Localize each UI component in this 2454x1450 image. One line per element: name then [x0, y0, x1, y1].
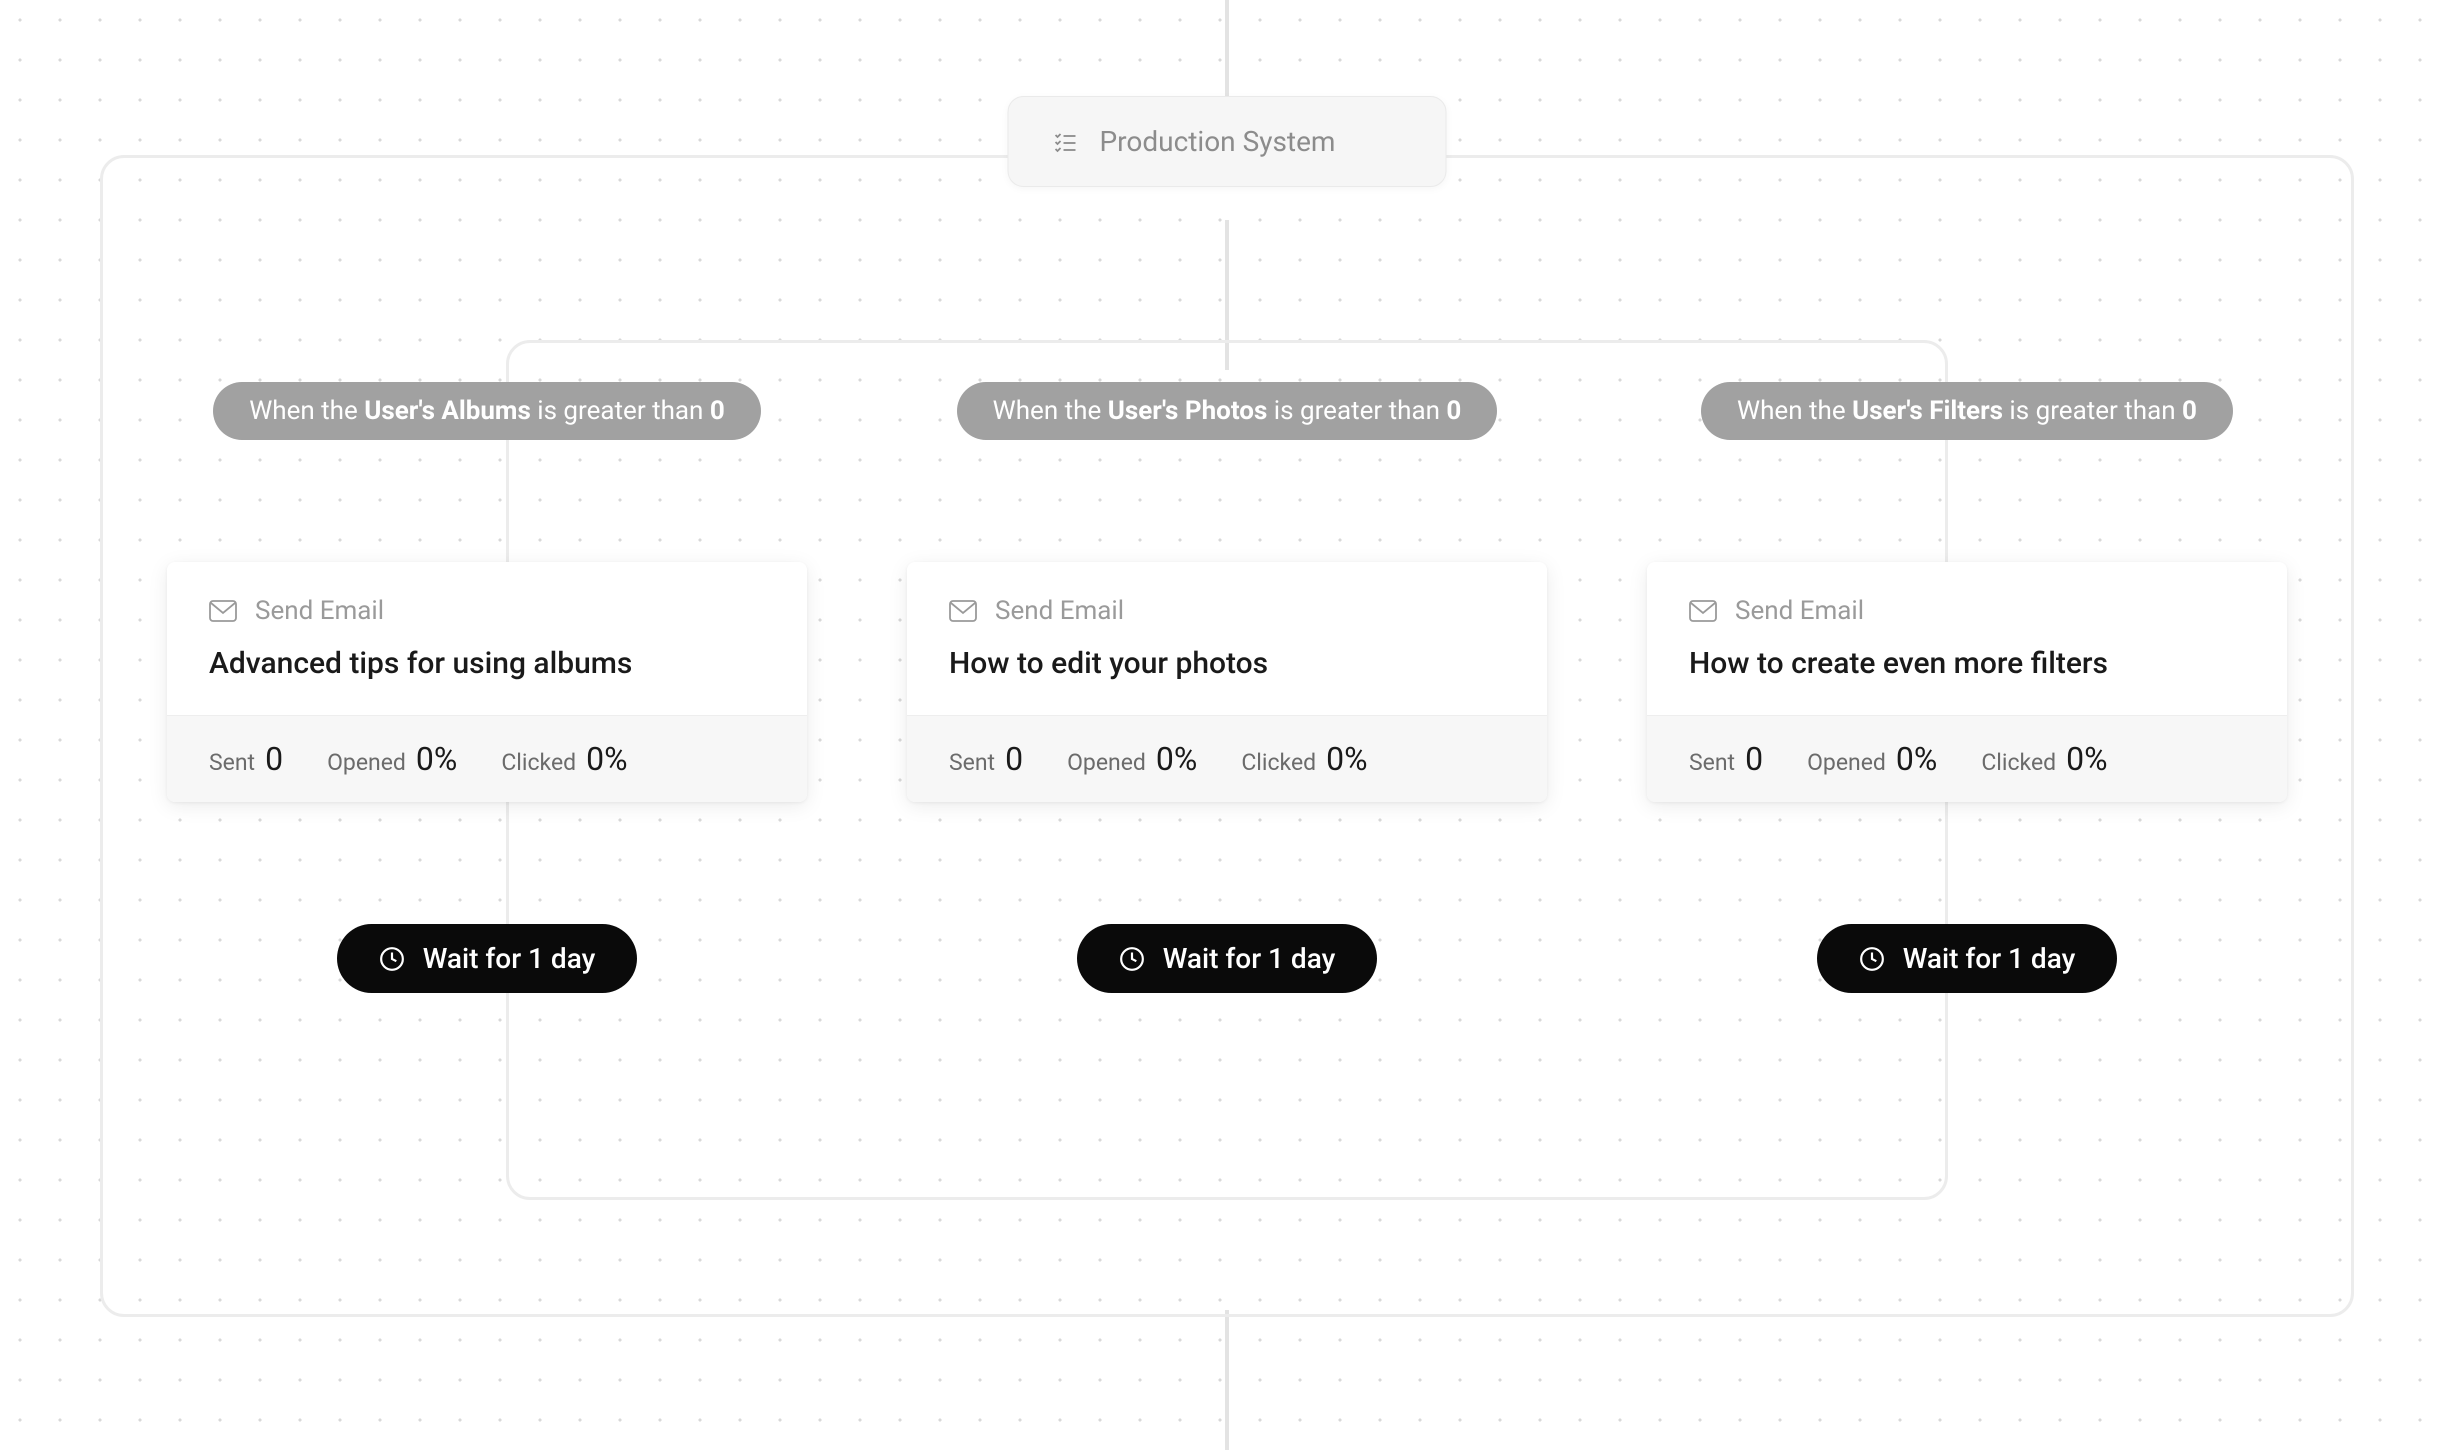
card-action: Send Email [255, 596, 384, 626]
condition-pill[interactable]: When the User's Filters is greater than … [1701, 382, 2233, 440]
stat-sent: Sent 0 [1689, 740, 1763, 778]
card-stats: Sent 0 Opened 0% Clicked 0% [167, 715, 807, 802]
envelope-icon [209, 600, 237, 622]
condition-value: 0 [1446, 396, 1461, 426]
condition-value: 0 [710, 396, 725, 426]
stat-label: Opened [1067, 749, 1146, 776]
stat-clicked: Clicked 0% [1241, 740, 1367, 778]
card-action: Send Email [995, 596, 1124, 626]
condition-property: User's Albums [364, 396, 531, 426]
stat-label: Opened [327, 749, 406, 776]
stat-label: Sent [949, 749, 995, 776]
stat-sent: Sent 0 [949, 740, 1023, 778]
connector-line-bottom [1225, 1310, 1229, 1450]
condition-operator: is greater than [1267, 396, 1446, 426]
envelope-icon [1689, 600, 1717, 622]
email-card[interactable]: Send Email Advanced tips for using album… [167, 562, 807, 802]
wait-pill[interactable]: Wait for 1 day [337, 924, 638, 993]
condition-operator: is greater than [2003, 396, 2182, 426]
stat-value: 0% [2066, 740, 2107, 778]
wait-label: Wait for 1 day [1903, 942, 2076, 975]
condition-pill[interactable]: When the User's Photos is greater than 0 [957, 382, 1498, 440]
condition-property: User's Filters [1852, 396, 2003, 426]
condition-prefix: When the [249, 396, 364, 426]
stat-opened: Opened 0% [1807, 740, 1937, 778]
stat-label: Clicked [1241, 749, 1316, 776]
condition-value: 0 [2182, 396, 2197, 426]
condition-prefix: When the [993, 396, 1108, 426]
stat-label: Sent [209, 749, 255, 776]
wait-label: Wait for 1 day [1163, 942, 1336, 975]
stat-label: Opened [1807, 749, 1886, 776]
wait-label: Wait for 1 day [423, 942, 596, 975]
card-header: Send Email [1647, 562, 2287, 626]
branch: When the User's Photos is greater than 0… [907, 382, 1547, 993]
branches-row: When the User's Albums is greater than 0… [0, 382, 2454, 993]
wait-pill[interactable]: Wait for 1 day [1817, 924, 2118, 993]
condition-property: User's Photos [1108, 396, 1268, 426]
stat-clicked: Clicked 0% [501, 740, 627, 778]
card-action: Send Email [1735, 596, 1864, 626]
condition-operator: is greater than [531, 396, 710, 426]
clock-icon [1859, 946, 1885, 972]
stat-value: 0% [416, 740, 457, 778]
card-title: How to edit your photos [907, 626, 1547, 715]
stat-value: 0 [1005, 740, 1023, 778]
stat-opened: Opened 0% [1067, 740, 1197, 778]
system-node[interactable]: Production System [1008, 96, 1447, 187]
stat-sent: Sent 0 [209, 740, 283, 778]
stat-value: 0% [586, 740, 627, 778]
clock-icon [1119, 946, 1145, 972]
condition-pill[interactable]: When the User's Albums is greater than 0 [213, 382, 761, 440]
stat-value: 0% [1156, 740, 1197, 778]
wait-pill[interactable]: Wait for 1 day [1077, 924, 1378, 993]
email-card[interactable]: Send Email How to create even more filte… [1647, 562, 2287, 802]
stat-value: 0% [1896, 740, 1937, 778]
stat-value: 0% [1326, 740, 1367, 778]
stat-opened: Opened 0% [327, 740, 457, 778]
branch: When the User's Albums is greater than 0… [167, 382, 807, 993]
email-card[interactable]: Send Email How to edit your photos Sent … [907, 562, 1547, 802]
stat-label: Clicked [501, 749, 576, 776]
stat-value: 0 [265, 740, 283, 778]
list-check-icon [1054, 130, 1078, 154]
clock-icon [379, 946, 405, 972]
card-header: Send Email [907, 562, 1547, 626]
card-header: Send Email [167, 562, 807, 626]
connector-line-top [1225, 0, 1229, 100]
envelope-icon [949, 600, 977, 622]
stat-label: Sent [1689, 749, 1735, 776]
stat-clicked: Clicked 0% [1981, 740, 2107, 778]
card-title: Advanced tips for using albums [167, 626, 807, 715]
stat-value: 0 [1745, 740, 1763, 778]
branch: When the User's Filters is greater than … [1647, 382, 2287, 993]
condition-prefix: When the [1737, 396, 1852, 426]
card-stats: Sent 0 Opened 0% Clicked 0% [907, 715, 1547, 802]
stat-label: Clicked [1981, 749, 2056, 776]
card-title: How to create even more filters [1647, 626, 2287, 715]
system-label: Production System [1100, 125, 1336, 158]
card-stats: Sent 0 Opened 0% Clicked 0% [1647, 715, 2287, 802]
